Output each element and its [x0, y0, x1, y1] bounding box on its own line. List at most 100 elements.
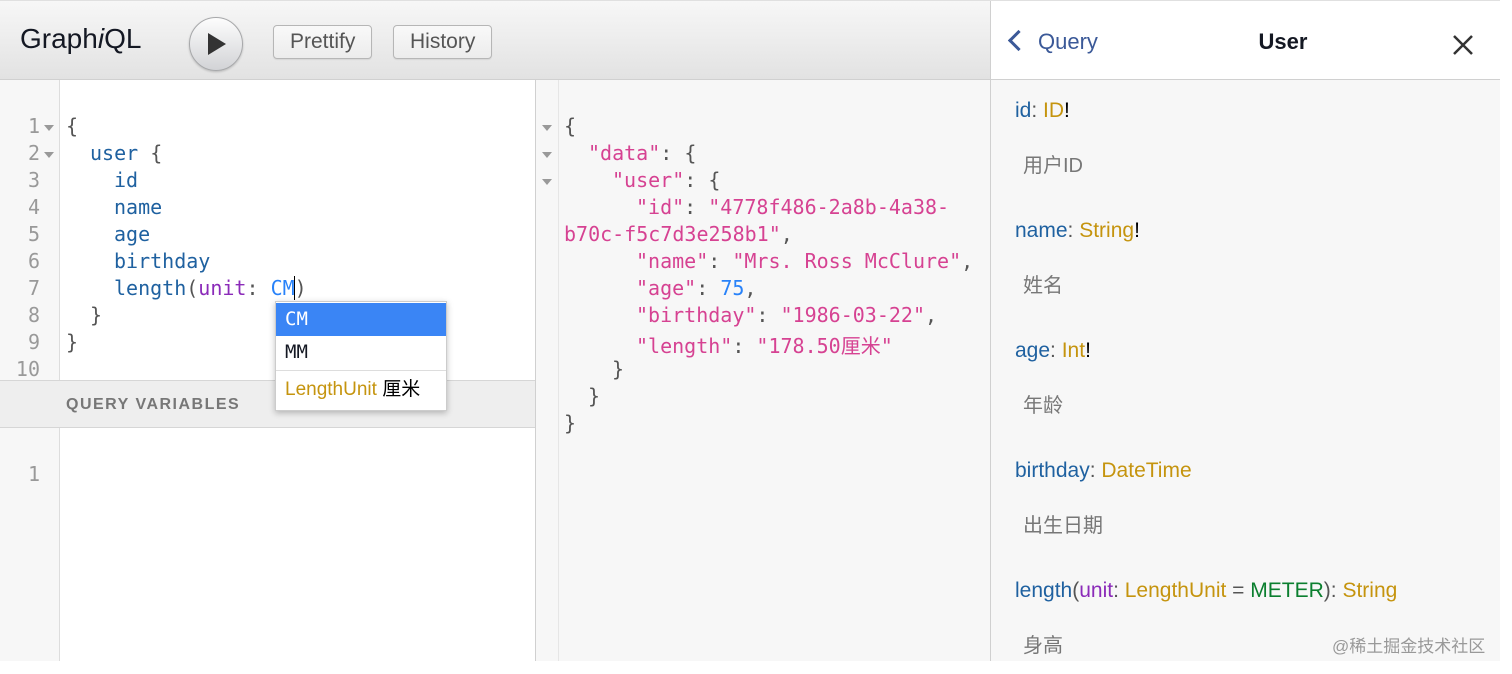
json-key: "user" — [612, 168, 685, 192]
json-number-value: 75 — [720, 276, 745, 300]
line-number: 5 — [27, 222, 40, 246]
json-key: "length" — [636, 334, 733, 358]
fold-arrow-icon[interactable] — [542, 125, 552, 131]
code-line[interactable]: } — [66, 330, 78, 354]
result-line: "length": "178.50厘米" — [636, 334, 893, 358]
code-line[interactable]: name — [114, 195, 162, 219]
json-key: "id" — [636, 195, 685, 219]
result-line: b70c-f5c7d3e258b1", — [564, 222, 793, 246]
non-null-marker: ! — [1064, 99, 1070, 122]
punctuation-token: ( — [186, 276, 199, 300]
field-type-link[interactable]: String — [1342, 579, 1397, 602]
field-type-link[interactable]: String — [1079, 219, 1134, 242]
json-string-value: "Mrs. Ross McClure" — [732, 249, 962, 273]
doc-title: User — [1258, 29, 1308, 54]
execute-button[interactable] — [189, 17, 243, 71]
code-line[interactable]: id — [114, 168, 138, 192]
json-key: "name" — [636, 249, 709, 273]
result-line: "birthday": "1986-03-22", — [636, 303, 938, 327]
json-key: "birthday" — [636, 303, 757, 327]
field-token: user — [90, 141, 139, 165]
line-number: 9 — [27, 330, 40, 354]
fold-arrow-icon[interactable] — [542, 179, 552, 185]
fold-arrow-icon[interactable] — [44, 125, 54, 131]
field-name: length — [1015, 579, 1073, 602]
result-line: "user": { — [612, 168, 721, 192]
result-line: "name": "Mrs. Ross McClure", — [636, 249, 974, 273]
line-number: 7 — [27, 276, 40, 300]
query-editor-pane: 1 2 3 4 5 6 7 8 9 10 { user { id name ag… — [0, 80, 536, 661]
json-string-value: "1986-03-22" — [780, 303, 926, 327]
line-number: 1 — [27, 462, 40, 486]
json-key: "data" — [588, 141, 661, 165]
app-title: GraphiQL — [20, 23, 141, 55]
punctuation-token: { — [138, 141, 163, 165]
arg-name: unit — [1079, 579, 1114, 602]
field-description: 身高 — [1023, 635, 1063, 657]
equals-sign: = — [1226, 579, 1251, 602]
punctuation-token: : — [246, 276, 271, 300]
result-line: "id": "4778f486-2a8b-4a38- — [636, 195, 950, 219]
line-number: 10 — [15, 357, 40, 381]
json-string-value: "178.50厘米" — [756, 334, 893, 358]
query-variables-label: QUERY VARIABLES — [66, 396, 241, 413]
doc-field-name[interactable]: name: String! — [1015, 219, 1140, 243]
result-gutter — [536, 80, 559, 661]
app-title-prefix: Graph — [20, 23, 98, 54]
query-variables-header[interactable]: QUERY VARIABLES — [0, 380, 535, 428]
code-line[interactable]: { — [66, 114, 78, 138]
field-type-link[interactable]: Int — [1062, 339, 1085, 362]
watermark: @稀土掘金技术社区 — [1332, 637, 1486, 656]
field-type-link[interactable]: ID — [1043, 99, 1064, 122]
enum-value-token: CM — [270, 276, 295, 300]
doc-header: Query User — [991, 1, 1500, 80]
fold-arrow-icon[interactable] — [44, 152, 54, 158]
documentation-explorer: Query User id: ID! 用户ID name: String! 姓名… — [990, 1, 1500, 661]
result-line: "age": 75, — [636, 276, 757, 300]
line-number: 2 — [27, 141, 40, 165]
field-name: id — [1015, 99, 1032, 122]
autocomplete-description: 厘米 — [382, 379, 421, 400]
code-line[interactable]: user { — [90, 141, 162, 165]
line-number: 3 — [27, 168, 40, 192]
result-line: } — [564, 411, 577, 435]
autocomplete-type: LengthUnit — [285, 379, 377, 400]
field-description: 年龄 — [1023, 395, 1063, 417]
result-line: { — [564, 114, 577, 138]
autocomplete-popup: CM MM LengthUnit 厘米 — [275, 301, 447, 411]
line-number: 8 — [27, 303, 40, 327]
field-token: length — [114, 276, 187, 300]
fold-arrow-icon[interactable] — [542, 152, 552, 158]
non-null-marker: ! — [1085, 339, 1091, 362]
autocomplete-option[interactable]: CM — [276, 303, 446, 336]
code-line[interactable]: length(unit: CM) — [114, 276, 307, 300]
close-icon[interactable] — [1451, 33, 1475, 57]
code-line[interactable]: age — [114, 222, 150, 246]
code-line[interactable]: } — [90, 303, 102, 327]
field-description: 姓名 — [1023, 275, 1063, 297]
history-button[interactable]: History — [393, 25, 493, 59]
autocomplete-info: LengthUnit 厘米 — [276, 370, 446, 408]
doc-field-birthday[interactable]: birthday: DateTime — [1015, 459, 1192, 483]
autocomplete-option[interactable]: MM — [276, 336, 446, 369]
code-line[interactable]: birthday — [114, 249, 210, 273]
json-string-value: b70c-f5c7d3e258b1" — [564, 222, 781, 246]
result-line: } — [588, 384, 601, 408]
line-number: 6 — [27, 249, 40, 273]
result-line: } — [612, 357, 625, 381]
arg-type-link[interactable]: LengthUnit — [1125, 579, 1227, 602]
non-null-marker: ! — [1134, 219, 1140, 242]
prettify-button[interactable]: Prettify — [273, 25, 373, 59]
text-cursor: ) — [293, 276, 307, 300]
doc-field-age[interactable]: age: Int! — [1015, 339, 1091, 363]
field-type-link[interactable]: DateTime — [1101, 459, 1191, 482]
field-description: 用户ID — [1023, 155, 1083, 177]
graphiql-app: GraphiQL Prettify History 1 2 3 4 5 6 7 … — [0, 0, 1500, 661]
play-icon — [208, 33, 226, 55]
field-name: name — [1015, 219, 1068, 242]
line-number: 1 — [27, 114, 40, 138]
field-name: age — [1015, 339, 1051, 362]
result-line: "data": { — [588, 141, 697, 165]
doc-field-length[interactable]: length(unit: LengthUnit = METER): String — [1015, 579, 1397, 603]
doc-field-id[interactable]: id: ID! — [1015, 99, 1070, 123]
